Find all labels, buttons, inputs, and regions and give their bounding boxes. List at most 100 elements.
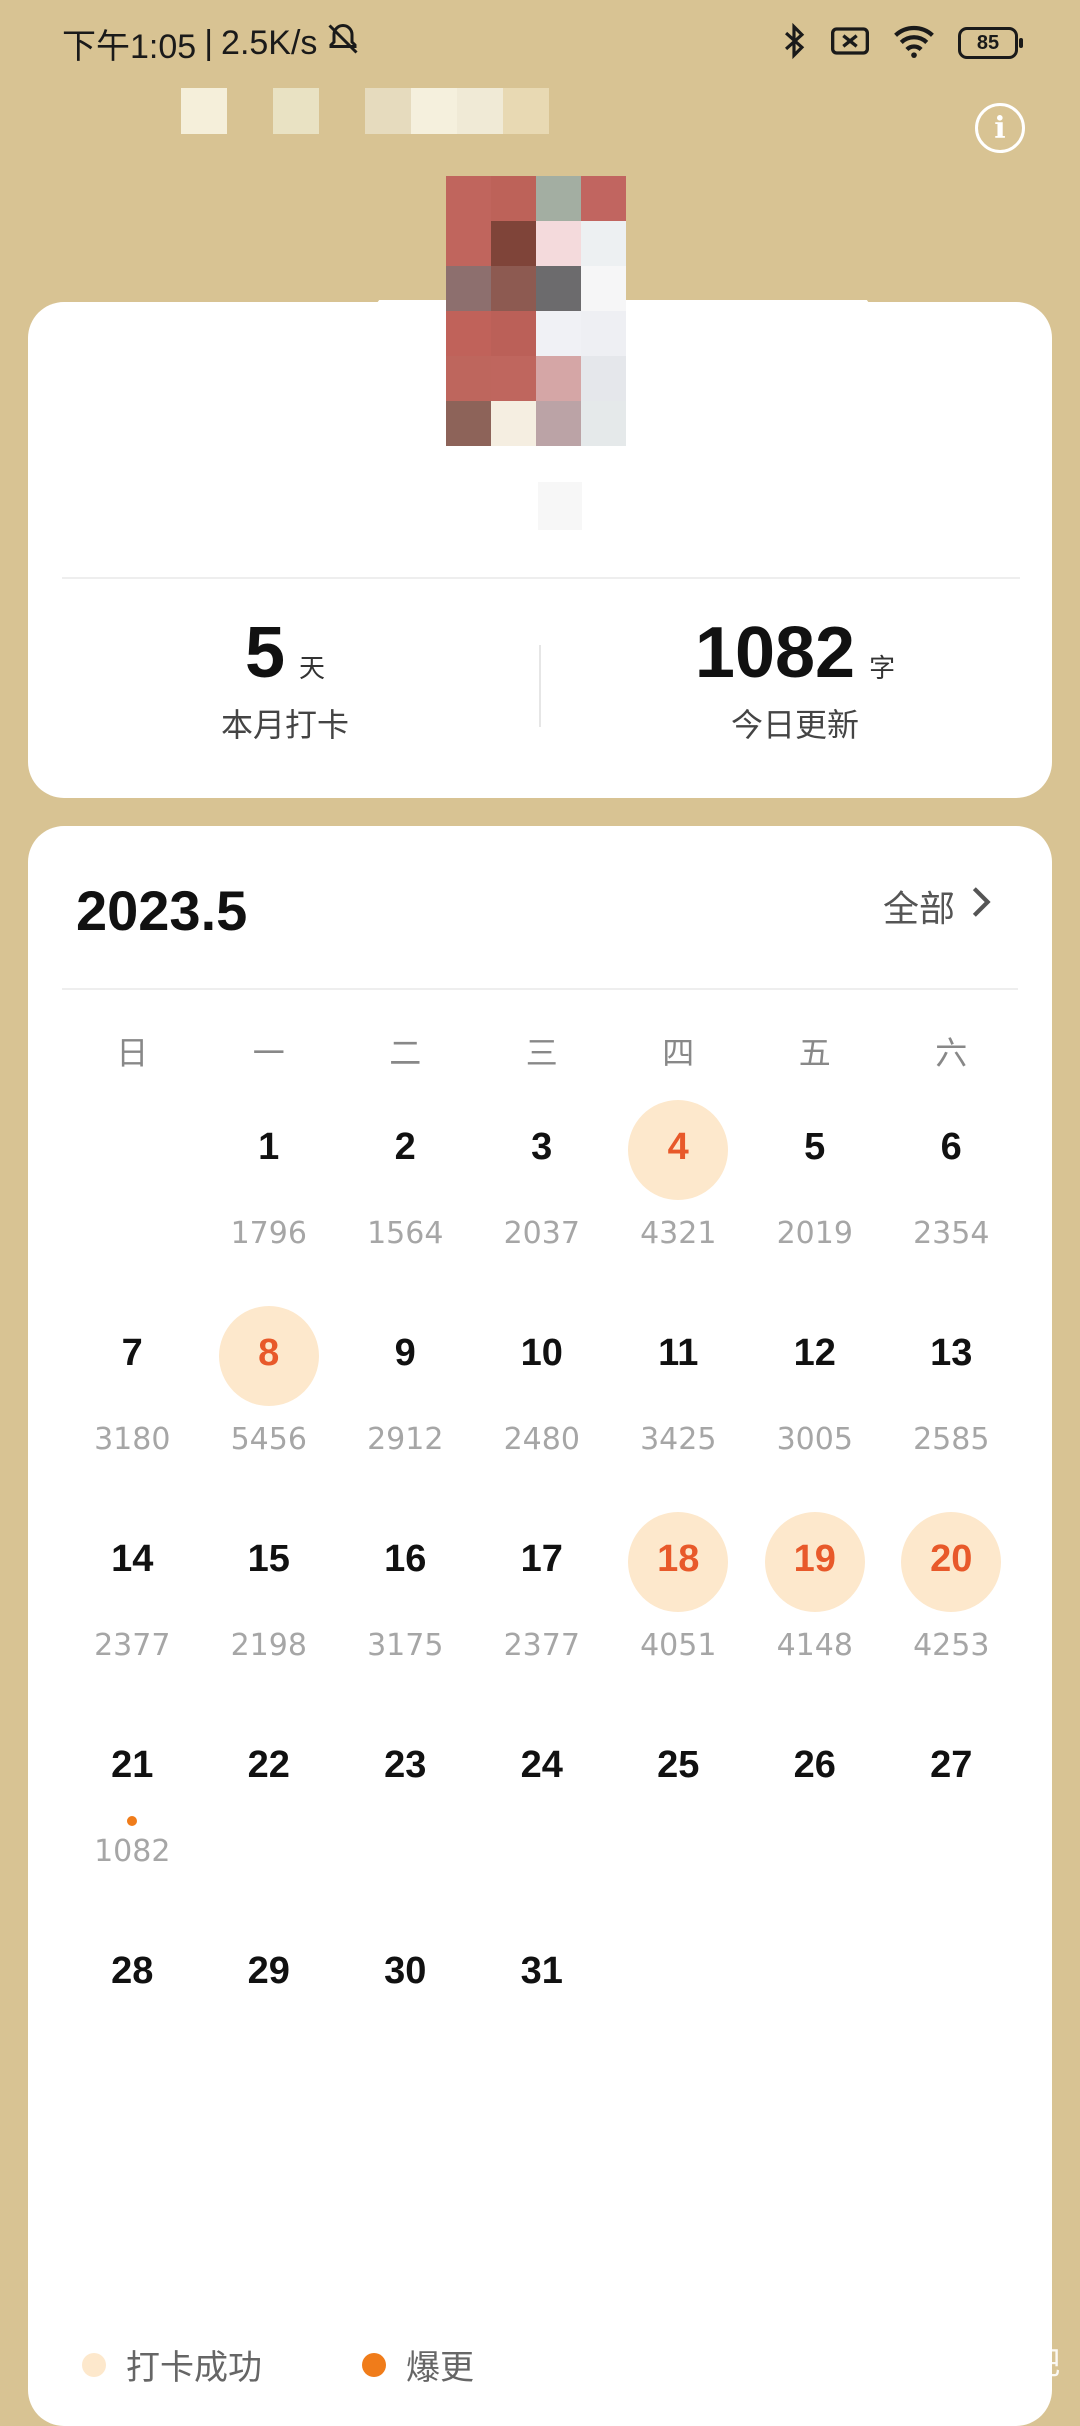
week-row: 7 3180 8 5456 9 2912 10 2480 11 3425 12 3005 13 2585 bbox=[64, 1306, 1020, 1512]
calendar-day[interactable]: 31 bbox=[474, 1924, 611, 2130]
calendar-day[interactable]: 19 4148 bbox=[747, 1512, 884, 1718]
calendar-day[interactable]: 10 2480 bbox=[474, 1306, 611, 1512]
day-number: 28 bbox=[111, 1950, 154, 1992]
day-number: 30 bbox=[384, 1950, 427, 1992]
calendar-day[interactable]: 3 2037 bbox=[474, 1100, 611, 1306]
checkin-unit: 天 bbox=[299, 654, 326, 684]
checkin-label: 本月打卡 bbox=[220, 706, 349, 744]
calendar-day[interactable]: 9 2912 bbox=[337, 1306, 474, 1512]
day-number: 26 bbox=[793, 1744, 836, 1786]
weekday-tue: 二 bbox=[389, 1034, 422, 1072]
day-word-count: 2019 bbox=[776, 1216, 853, 1251]
words-stat: 1082 字 今日更新 bbox=[585, 612, 1005, 746]
day-word-count: 3425 bbox=[640, 1422, 717, 1457]
calendar-day[interactable]: 20 4253 bbox=[883, 1512, 1020, 1718]
day-word-count: 4051 bbox=[640, 1628, 717, 1663]
calendar-day[interactable]: 30 bbox=[337, 1924, 474, 2130]
day-number: 24 bbox=[520, 1744, 563, 1786]
wifi-icon bbox=[892, 24, 936, 63]
legend-hot-label: 爆更 bbox=[406, 2348, 474, 2388]
calendar-day[interactable]: 6 2354 bbox=[883, 1100, 1020, 1306]
username-blur bbox=[538, 482, 582, 530]
day-number: 27 bbox=[930, 1744, 973, 1786]
day-number: 1 bbox=[258, 1126, 280, 1168]
calendar-grid: 1 1796 2 1564 3 2037 4 4321 5 2019 6 2354 7 3180 8 5456… bbox=[64, 1100, 1020, 2130]
calendar-day[interactable]: 11 3425 bbox=[610, 1306, 747, 1512]
day-number: 13 bbox=[930, 1332, 973, 1374]
calendar-day[interactable]: 16 3175 bbox=[337, 1512, 474, 1718]
day-number: 16 bbox=[384, 1538, 427, 1580]
calendar-divider bbox=[62, 988, 1018, 990]
legend-success-label: 打卡成功 bbox=[126, 2348, 262, 2388]
all-link[interactable]: 全部 bbox=[883, 880, 991, 932]
day-word-count: 3175 bbox=[367, 1628, 444, 1663]
chevron-right-icon bbox=[971, 885, 991, 928]
mute-icon bbox=[325, 21, 361, 66]
day-word-count: 2377 bbox=[503, 1628, 580, 1663]
weekday-mon: 一 bbox=[252, 1034, 285, 1072]
info-icon[interactable]: i bbox=[975, 103, 1025, 153]
weekday-header: 日 一 二 三 四 五 六 bbox=[64, 1028, 1020, 1074]
weekday-sun: 日 bbox=[116, 1034, 149, 1072]
week-row: 28 29 30 31 bbox=[64, 1924, 1020, 2130]
calendar-day[interactable]: 1 1796 bbox=[201, 1100, 338, 1306]
calendar-day[interactable]: 28 bbox=[64, 1924, 201, 2130]
calendar-day[interactable]: 18 4051 bbox=[610, 1512, 747, 1718]
calendar-day[interactable]: 24 bbox=[474, 1718, 611, 1924]
calendar-day[interactable]: 13 2585 bbox=[883, 1306, 1020, 1512]
clock: 下午1:05 bbox=[62, 27, 197, 66]
avatar[interactable] bbox=[446, 176, 626, 446]
day-number: 12 bbox=[793, 1332, 836, 1374]
day-number: 8 bbox=[258, 1332, 280, 1374]
weekday-thu: 四 bbox=[662, 1034, 695, 1072]
day-number: 29 bbox=[247, 1950, 290, 1992]
calendar-day[interactable]: 22 bbox=[201, 1718, 338, 1924]
checkin-value: 5 bbox=[244, 613, 286, 693]
day-word-count: 2198 bbox=[230, 1628, 307, 1663]
separator: | bbox=[204, 23, 214, 62]
calendar-day[interactable]: 26 bbox=[747, 1718, 884, 1924]
day-number: 14 bbox=[111, 1538, 154, 1580]
day-number: 21 bbox=[111, 1744, 154, 1786]
day-number: 5 bbox=[804, 1126, 826, 1168]
calendar-day[interactable]: 15 2198 bbox=[201, 1512, 338, 1718]
calendar-day[interactable]: 4 4321 bbox=[610, 1100, 747, 1306]
calendar-day[interactable]: 5 2019 bbox=[747, 1100, 884, 1306]
day-number: 23 bbox=[384, 1744, 427, 1786]
calendar-day[interactable]: 27 bbox=[883, 1718, 1020, 1924]
calendar-day[interactable]: 7 3180 bbox=[64, 1306, 201, 1512]
calendar-day[interactable]: 23 bbox=[337, 1718, 474, 1924]
day-number: 6 bbox=[940, 1126, 962, 1168]
day-word-count: 1796 bbox=[230, 1216, 307, 1251]
hot-dot bbox=[127, 1816, 137, 1826]
weekday-fri: 五 bbox=[798, 1034, 831, 1072]
calendar-day[interactable]: 25 bbox=[610, 1718, 747, 1924]
calendar-day[interactable]: 2 1564 bbox=[337, 1100, 474, 1306]
day-word-count: 4253 bbox=[913, 1628, 990, 1663]
day-word-count: 2480 bbox=[503, 1422, 580, 1457]
empty-day bbox=[610, 1924, 747, 2130]
no-sim-icon bbox=[830, 25, 870, 62]
day-number: 3 bbox=[531, 1126, 553, 1168]
day-word-count: 2377 bbox=[94, 1628, 171, 1663]
words-value: 1082 bbox=[694, 613, 856, 693]
calendar-day[interactable]: 21 1082 bbox=[64, 1718, 201, 1924]
day-number: 4 bbox=[667, 1126, 689, 1168]
calendar-day[interactable]: 14 2377 bbox=[64, 1512, 201, 1718]
day-word-count: 3005 bbox=[776, 1422, 853, 1457]
weekday-sat: 六 bbox=[935, 1034, 968, 1072]
calendar-day[interactable]: 12 3005 bbox=[747, 1306, 884, 1512]
day-word-count: 1082 bbox=[94, 1834, 171, 1869]
day-number: 10 bbox=[520, 1332, 563, 1374]
day-word-count: 1564 bbox=[367, 1216, 444, 1251]
day-number: 7 bbox=[121, 1332, 143, 1374]
all-label: 全部 bbox=[883, 889, 956, 930]
calendar-day[interactable]: 8 5456 bbox=[201, 1306, 338, 1512]
day-word-count: 4148 bbox=[776, 1628, 853, 1663]
calendar-day[interactable]: 29 bbox=[201, 1924, 338, 2130]
network-speed: 2.5K/s bbox=[221, 23, 318, 62]
day-number: 31 bbox=[520, 1950, 563, 1992]
calendar-day[interactable]: 17 2377 bbox=[474, 1512, 611, 1718]
status-left: 下午1:05 | 2.5K/s bbox=[62, 19, 361, 68]
week-row: 21 1082 22 23 24 25 26 27 bbox=[64, 1718, 1020, 1924]
